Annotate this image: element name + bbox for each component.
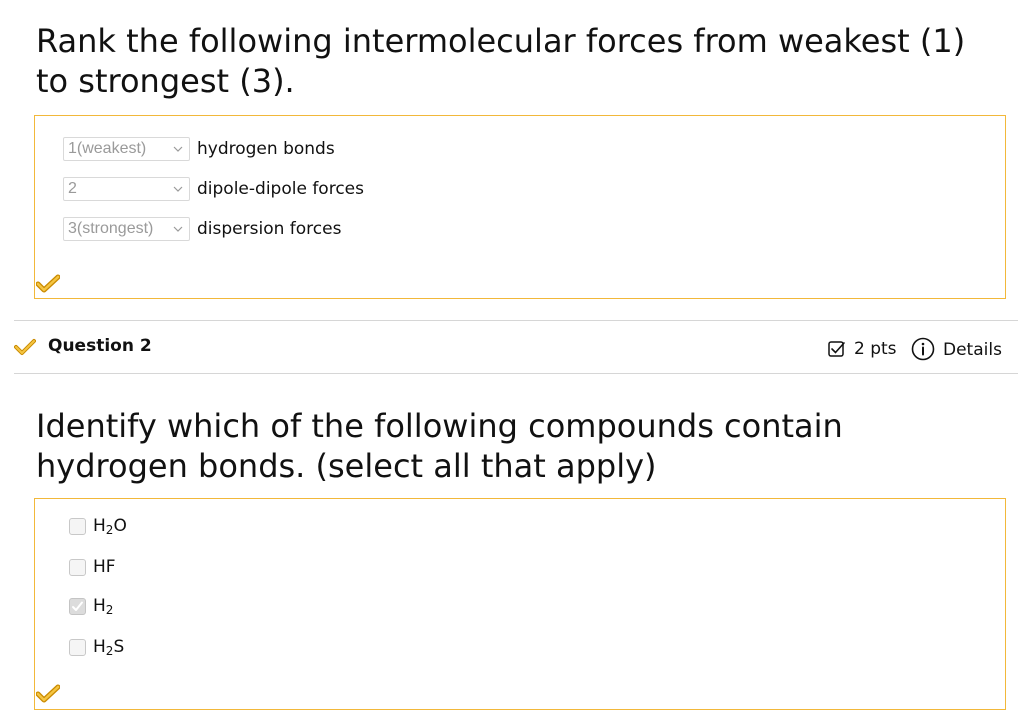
rank-row-2: 2 dipole-dipole forces <box>63 176 364 202</box>
checkbox-pts-icon <box>828 341 845 357</box>
rank-select-2[interactable]: 2 <box>63 177 190 201</box>
question-divider-top <box>14 320 1018 321</box>
rank-select-value: 3(strongest) <box>68 220 154 237</box>
chevron-down-icon <box>173 146 183 152</box>
question-2-answer-box <box>34 498 1006 710</box>
option-checkbox[interactable] <box>69 558 86 576</box>
question-2-prompt: Identify which of the following compound… <box>36 407 843 485</box>
rank-label: hydrogen bonds <box>197 139 335 159</box>
rank-select-1[interactable]: 1(weakest) <box>63 137 190 161</box>
checkmark-icon <box>72 601 83 611</box>
correct-check-icon <box>36 684 60 703</box>
option-checkbox[interactable] <box>69 638 86 656</box>
rank-select-value: 1(weakest) <box>68 140 147 157</box>
option-h2o[interactable]: H2O <box>69 515 127 537</box>
rank-row-3: 3(strongest) dispersion forces <box>63 216 341 242</box>
question-1-prompt: Rank the following intermolecular forces… <box>36 22 966 100</box>
option-h2[interactable]: H2 <box>69 595 113 617</box>
details-link[interactable]: Details <box>943 340 1002 360</box>
question-divider-bottom <box>14 373 1018 374</box>
rank-label: dipole-dipole forces <box>197 179 364 199</box>
chevron-down-icon <box>173 186 183 192</box>
option-label: H2O <box>93 516 127 537</box>
question-2-header: Question 2 2 pts Details <box>14 334 1010 364</box>
rank-label: dispersion forces <box>197 219 342 239</box>
option-hf[interactable]: HF <box>69 556 116 578</box>
chevron-down-icon <box>173 226 183 232</box>
rank-select-3[interactable]: 3(strongest) <box>63 217 190 241</box>
option-label: H2 <box>93 596 114 617</box>
points-label: 2 pts <box>854 339 897 359</box>
option-checkbox[interactable] <box>69 517 86 535</box>
correct-check-icon <box>36 274 60 293</box>
option-checkbox-checked[interactable] <box>69 597 86 615</box>
rank-select-value: 2 <box>68 180 77 197</box>
question-2-title: Question 2 <box>48 336 152 356</box>
option-label: H2S <box>93 637 125 658</box>
info-icon[interactable] <box>911 337 935 361</box>
rank-row-1: 1(weakest) hydrogen bonds <box>63 136 335 162</box>
option-label: HF <box>93 557 116 577</box>
correct-check-icon <box>14 339 36 355</box>
option-h2s[interactable]: H2S <box>69 636 124 658</box>
